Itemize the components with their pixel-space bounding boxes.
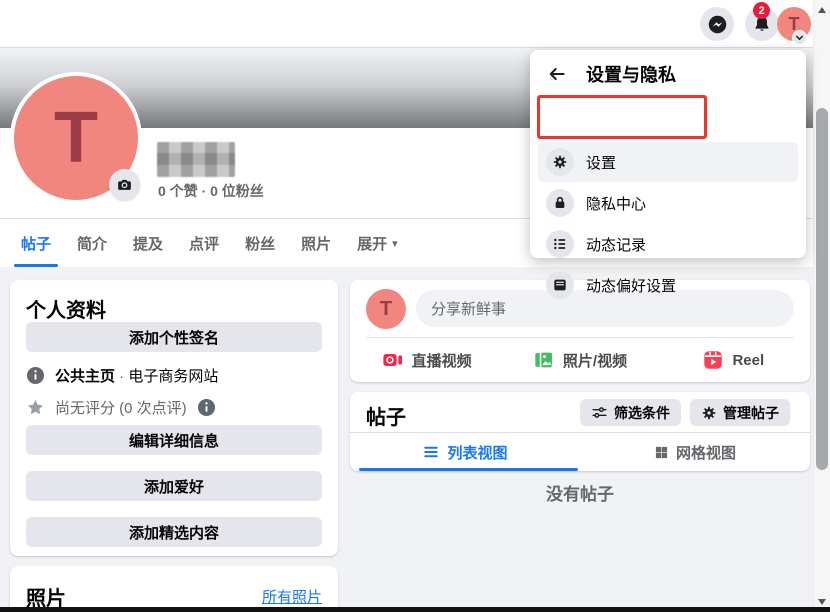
tab-posts[interactable]: 帖子 xyxy=(8,219,64,267)
page-type-text: 公共主页 · 电子商务网站 xyxy=(55,365,218,386)
menu-title: 设置与隐私 xyxy=(586,61,676,87)
scrollbar-thumb[interactable] xyxy=(816,108,828,470)
grid-view-tab[interactable]: 网格视图 xyxy=(580,433,810,471)
notification-badge: 2 xyxy=(753,2,770,19)
edit-details-button[interactable]: 编辑详细信息 xyxy=(26,425,322,455)
info-icon[interactable] xyxy=(197,398,216,417)
menu-item-activity-log[interactable]: 动态记录 xyxy=(538,224,798,264)
posts-card-title: 帖子 xyxy=(366,401,406,430)
profile-info-card: 个人资料 添加个性签名 公共主页 · 电子商务网站 尚无评分 (0 次点评) 编… xyxy=(10,280,338,556)
tab-followers[interactable]: 粉丝 xyxy=(232,219,288,267)
grid-view-icon xyxy=(654,445,669,460)
info-icon xyxy=(26,366,45,385)
activity-log-icon xyxy=(546,230,574,258)
posts-view-tabs: 列表视图 网格视图 xyxy=(350,432,810,471)
add-featured-button[interactable]: 添加精选内容 xyxy=(26,517,322,547)
back-button[interactable] xyxy=(542,59,572,89)
gear-icon xyxy=(701,405,717,421)
feed-preferences-icon xyxy=(546,271,574,299)
profile-stats: 0 个赞 · 0 位粉丝 xyxy=(158,181,264,201)
photo-video-icon xyxy=(533,349,555,371)
reel-icon xyxy=(702,349,724,371)
messenger-button[interactable] xyxy=(700,7,734,41)
rating-row: 尚无评分 (0 次点评) xyxy=(26,397,216,418)
lock-icon xyxy=(546,189,574,217)
live-video-icon xyxy=(382,349,404,371)
add-bio-button[interactable]: 添加个性签名 xyxy=(26,322,322,352)
profile-name-redacted xyxy=(157,142,235,177)
photos-card: 照片 所有照片 xyxy=(10,566,338,612)
composer-avatar[interactable]: T xyxy=(366,289,406,329)
back-arrow-icon xyxy=(547,64,567,84)
tab-about[interactable]: 简介 xyxy=(64,219,120,267)
top-navigation-bar xyxy=(0,0,813,48)
posts-card: 帖子 筛选条件 管理帖子 xyxy=(350,392,810,471)
add-hobby-button[interactable]: 添加爱好 xyxy=(26,471,322,501)
scrollbar-down-arrow-icon[interactable] xyxy=(818,599,826,605)
menu-item-privacy-center[interactable]: 隐私中心 xyxy=(538,183,798,223)
window-bottom-edge xyxy=(0,607,830,612)
reel-button[interactable]: Reel xyxy=(657,338,810,382)
vertical-scrollbar[interactable] xyxy=(813,0,830,612)
star-icon xyxy=(26,398,45,417)
messenger-icon xyxy=(707,14,728,35)
sliders-icon xyxy=(591,404,608,421)
filter-posts-button[interactable]: 筛选条件 xyxy=(580,399,681,426)
menu-item-feed-preferences[interactable]: 动态偏好设置 xyxy=(538,265,798,305)
profile-card-title: 个人资料 xyxy=(26,294,106,323)
tab-mentions[interactable]: 提及 xyxy=(120,219,176,267)
caret-down-icon: ▾ xyxy=(392,237,398,250)
settings-privacy-menu: 设置与隐私 设置 隐私中心 xyxy=(530,50,806,258)
all-photos-link[interactable]: 所有照片 xyxy=(262,586,322,607)
tab-photos[interactable]: 照片 xyxy=(288,219,344,267)
menu-item-settings[interactable]: 设置 xyxy=(538,142,798,182)
rating-text: 尚无评分 (0 次点评) xyxy=(55,397,187,418)
camera-icon xyxy=(116,176,133,193)
tab-reviews[interactable]: 点评 xyxy=(176,219,232,267)
page-type-row: 公共主页 · 电子商务网站 xyxy=(26,365,218,386)
scrollbar-up-arrow-icon[interactable] xyxy=(818,7,826,13)
tab-more[interactable]: 展开 ▾ xyxy=(344,219,411,267)
change-avatar-button[interactable] xyxy=(109,169,140,200)
photo-video-button[interactable]: 照片/视频 xyxy=(503,338,656,382)
list-view-icon xyxy=(422,443,440,461)
no-posts-message: 没有帖子 xyxy=(350,480,810,505)
list-view-tab[interactable]: 列表视图 xyxy=(350,433,580,471)
chevron-down-icon[interactable] xyxy=(792,30,807,45)
gear-icon xyxy=(546,148,574,176)
live-video-button[interactable]: 直播视频 xyxy=(350,338,503,382)
manage-posts-button[interactable]: 管理帖子 xyxy=(690,399,790,426)
